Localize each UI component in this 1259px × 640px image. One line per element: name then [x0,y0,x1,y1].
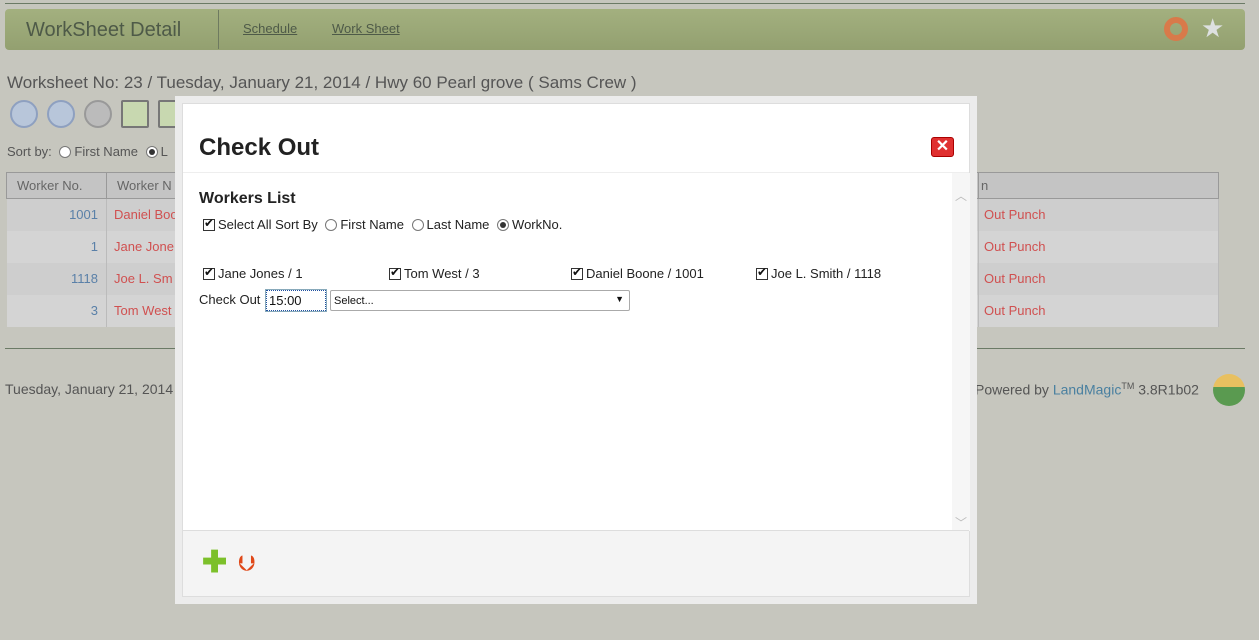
landmagic-logo [1213,374,1245,406]
workers-list-heading: Workers List [199,190,296,207]
radio-label: First Name [340,217,404,232]
sort-options: Sort by: First Name L [7,144,168,159]
check-out-dialog: Check Out ✕ ︿﹀ Workers List Select All S… [175,96,977,604]
trademark: TM [1121,381,1135,391]
page-title: WorkSheet Detail [26,19,182,41]
check-out-label: Check Out [199,292,261,307]
help-lifering-icon[interactable] [1164,17,1188,41]
out-punch-link[interactable]: Out Punch [978,198,1219,231]
select-all-checkbox[interactable] [203,216,215,231]
version: 3.8R1b02 [1138,381,1199,398]
scrollbar[interactable]: ︿ ﹀ [952,173,970,531]
radio-label: Last Name [426,217,490,232]
worker-checkbox[interactable] [389,265,401,280]
dialog-footer: ✚ ⮋ [183,530,969,596]
close-button[interactable]: ✕ [931,137,954,157]
undo-arrow-icon[interactable]: ⮋ [238,551,255,577]
out-punch-link[interactable]: Out Punch [978,262,1219,295]
out-punch-link[interactable]: Out Punch [978,294,1219,327]
toolbar [10,100,186,128]
divider [5,3,1245,4]
worker-item: Joe L. Smith / 1118 [756,265,882,281]
worker-label: Jane Jones / 1 [218,266,303,281]
sort-last-name-radio[interactable] [145,146,158,158]
sort-last-name-radio[interactable] [411,219,424,231]
footer-date: Tuesday, January 21, 2014 [5,381,174,397]
col-worker-no: Worker No. [6,172,107,199]
nav-schedule[interactable]: Schedule [243,21,297,36]
radio-label: L [160,144,168,159]
unlink-icon[interactable] [84,100,112,128]
header-bar: WorkSheet Detail Schedule Work Sheet ★ [5,9,1245,50]
worker-label: Daniel Boone / 1001 [586,266,704,281]
check-icon[interactable] [121,100,149,128]
radio-label: WorkNo. [512,217,563,232]
select-sort-row: Select All Sort By First Name Last Name … [203,216,563,232]
worker-item: Jane Jones / 1 [203,265,303,281]
sort-first-name-radio[interactable] [59,146,72,158]
reason-select[interactable]: Select... ▼ [330,290,630,311]
chevron-down-icon: ▼ [615,294,624,304]
worker-item: Daniel Boone / 1001 [571,265,704,281]
out-punch-link[interactable]: Out Punch [978,230,1219,263]
sort-by-label: Sort By [275,217,318,232]
worker-no: 1001 [6,198,107,231]
favorite-star-icon[interactable]: ★ [1201,13,1224,44]
clock-in-icon[interactable] [10,100,38,128]
worker-label: Tom West / 3 [404,266,480,281]
clock-out-icon[interactable] [47,100,75,128]
check-out-time-input[interactable]: 15:00 [265,289,327,312]
worksheet-info: Worksheet No: 23 / Tuesday, January 21, … [7,73,637,92]
worker-no: 1 [6,230,107,263]
worker-checkbox[interactable] [571,265,583,280]
add-icon[interactable]: ✚ [202,548,227,578]
brand-link[interactable]: LandMagic [1053,382,1122,398]
dialog-title: Check Out [199,134,320,161]
worker-item: Tom West / 3 [389,265,480,281]
worker-label: Joe L. Smith / 1118 [771,266,882,281]
sort-workno-radio[interactable] [497,219,510,231]
dialog-panel: Check Out ✕ ︿﹀ Workers List Select All S… [182,103,970,597]
worker-no: 3 [6,294,107,327]
divider [218,10,219,49]
scroll-down-icon[interactable]: ﹀ [952,514,970,531]
sort-label: Sort by: [7,144,52,159]
select-value: Select... [334,295,374,307]
scroll-up-icon[interactable]: ︿ [952,187,970,204]
divider [183,172,969,173]
col-action: n [978,172,1219,199]
worker-checkbox[interactable] [756,265,768,280]
worker-no: 1118 [6,262,107,295]
select-all-label: Select All [218,217,272,232]
powered-label: Powered by [975,381,1049,398]
radio-label: First Name [74,144,138,159]
sort-first-name-radio[interactable] [325,219,338,231]
nav-work-sheet[interactable]: Work Sheet [332,21,400,36]
powered-by: Powered by LandMagicTM 3.8R1b02 [975,381,1199,398]
worker-checkbox[interactable] [203,265,215,280]
